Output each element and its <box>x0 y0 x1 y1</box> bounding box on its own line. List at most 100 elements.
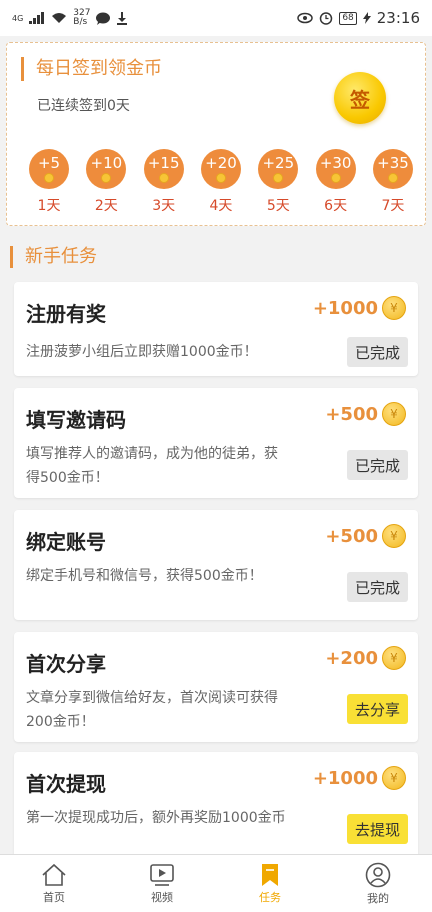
coin-icon <box>158 172 169 183</box>
battery-indicator: 68 <box>339 11 357 25</box>
task-completed-button[interactable]: 已完成 <box>346 450 408 480</box>
profile-icon <box>365 862 391 887</box>
tab-tasks-label: 任务 <box>259 890 281 904</box>
checkin-streak: 已连续签到0天 <box>37 98 130 114</box>
day-reward-badge: +20 <box>200 149 241 189</box>
day-label: 2天 <box>94 198 118 214</box>
day-reward: +25 <box>262 153 295 172</box>
task-card: 注册有奖 +1000 ¥ 注册菠萝小组后立即获赠1000金币！ 已完成 <box>14 282 418 376</box>
task-reward: +1000 ¥ <box>313 766 406 790</box>
task-description: 绑定手机号和微信号，获得500金币！ <box>26 568 263 584</box>
day-label: 3天 <box>152 198 176 214</box>
alarm-icon <box>320 12 333 25</box>
charging-icon <box>362 12 371 24</box>
tab-video[interactable]: 视频 <box>108 855 216 912</box>
network-speed: 327 B/s <box>73 8 91 27</box>
eye-icon <box>297 12 314 24</box>
task-reward: +200 ¥ <box>325 646 406 670</box>
checkin-day: +5 1天 <box>29 149 69 215</box>
day-reward-badge: +30 <box>315 149 356 189</box>
task-completed-button[interactable]: 已完成 <box>346 337 408 367</box>
network-type: 4G <box>12 13 24 23</box>
task-completed-button[interactable]: 已完成 <box>346 572 408 602</box>
task-title: 首次分享 <box>26 652 106 676</box>
day-label: 5天 <box>266 198 290 214</box>
video-icon <box>150 863 174 886</box>
task-card: 首次分享 +200 ¥ 文章分享到微信给好友，首次阅读可获得200金币！ 去分享 <box>14 632 418 742</box>
tab-home-label: 首页 <box>43 890 65 904</box>
checkin-day: +35 7天 <box>372 149 413 215</box>
day-reward: +10 <box>90 153 123 172</box>
coin-icon <box>101 172 112 183</box>
day-label: 4天 <box>209 198 233 214</box>
download-icon <box>117 11 128 25</box>
task-reward: +1000 ¥ <box>313 296 406 320</box>
checkin-card: 每日签到领金币 已连续签到0天 签 +5 1天 +10 2天 +15 3天 +20 4天 +25… <box>6 42 426 226</box>
task-card: 绑定账号 +500 ¥ 绑定手机号和微信号，获得500金币！ 已完成 <box>14 510 418 620</box>
day-reward: +35 <box>377 153 409 172</box>
task-reward-amount: +200 <box>325 647 378 669</box>
task-title: 填写邀请码 <box>26 408 126 432</box>
task-action-button[interactable]: 去提现 <box>346 814 408 844</box>
day-label: 1天 <box>37 198 61 214</box>
checkin-days: +5 1天 +10 2天 +15 3天 +20 4天 +25 5天 +30 6天 +35 7天 <box>29 149 413 215</box>
status-left: 4G 327 B/s <box>12 9 128 27</box>
checkin-day: +30 6天 <box>315 149 356 215</box>
day-reward-badge: +25 <box>258 149 299 189</box>
coin-icon <box>44 172 54 183</box>
task-reward-amount: +500 <box>325 403 378 425</box>
task-title: 绑定账号 <box>26 530 106 554</box>
day-reward-badge: +15 <box>143 149 184 189</box>
status-right: 68 23:16 <box>297 9 420 27</box>
tab-profile[interactable]: 我的 <box>324 855 432 912</box>
task-reward: +500 ¥ <box>325 402 406 426</box>
day-reward-badge: +35 <box>372 149 413 189</box>
checkin-day: +25 5天 <box>258 149 299 215</box>
signal-icon <box>29 12 45 24</box>
task-description: 注册菠萝小组后立即获赠1000金币！ <box>26 344 258 360</box>
task-reward-amount: +1000 <box>312 767 378 789</box>
coin-icon: ¥ <box>382 296 406 320</box>
task-reward-amount: +500 <box>325 525 378 547</box>
bottom-tab-bar: 首页 视频 任务 我的 <box>0 854 432 912</box>
coin-icon: ¥ <box>382 402 406 426</box>
checkin-day: +20 4天 <box>200 149 241 215</box>
day-reward: +15 <box>147 153 180 172</box>
day-label: 6天 <box>324 198 348 214</box>
wifi-icon <box>52 13 67 23</box>
task-description: 填写推荐人的邀请码，成为他的徒弟，获得500金币！ <box>26 446 278 486</box>
coin-icon: ¥ <box>382 646 406 670</box>
sign-in-button[interactable]: 签 <box>334 72 386 124</box>
chat-bubble-icon <box>96 12 111 25</box>
coin-icon <box>215 172 226 183</box>
task-card: 首次提现 +1000 ¥ 第一次提现成功后，额外再奖励1000金币 去提现 <box>14 752 418 862</box>
task-reward: +500 ¥ <box>325 524 406 548</box>
day-reward: +5 <box>37 153 61 172</box>
checkin-title: 每日签到领金币 <box>21 57 162 81</box>
tab-tasks[interactable]: 任务 <box>216 855 324 912</box>
checkin-day: +15 3天 <box>143 149 184 215</box>
tab-home[interactable]: 首页 <box>0 855 108 912</box>
tab-video-label: 视频 <box>151 890 173 904</box>
task-title: 注册有奖 <box>26 302 106 326</box>
task-description: 第一次提现成功后，额外再奖励1000金币 <box>26 810 286 826</box>
home-icon <box>42 863 66 886</box>
coin-icon: ¥ <box>382 766 406 790</box>
coin-icon <box>387 172 398 183</box>
day-reward-badge: +5 <box>29 149 69 189</box>
task-card: 填写邀请码 +500 ¥ 填写推荐人的邀请码，成为他的徒弟，获得500金币！ 已完成 <box>14 388 418 498</box>
task-reward-amount: +1000 <box>312 297 378 319</box>
coin-icon <box>273 172 284 183</box>
day-reward: +30 <box>319 153 352 172</box>
bookmark-icon <box>262 863 278 886</box>
checkin-day: +10 2天 <box>86 149 127 215</box>
day-reward-badge: +10 <box>86 149 127 189</box>
task-action-button[interactable]: 去分享 <box>346 694 408 724</box>
day-label: 7天 <box>381 198 405 214</box>
tasks-section-title: 新手任务 <box>10 246 97 268</box>
task-title: 首次提现 <box>26 772 106 796</box>
tab-profile-label: 我的 <box>367 891 389 905</box>
coin-icon: ¥ <box>382 524 406 548</box>
coin-icon <box>330 172 341 183</box>
clock: 23:16 <box>376 9 420 27</box>
